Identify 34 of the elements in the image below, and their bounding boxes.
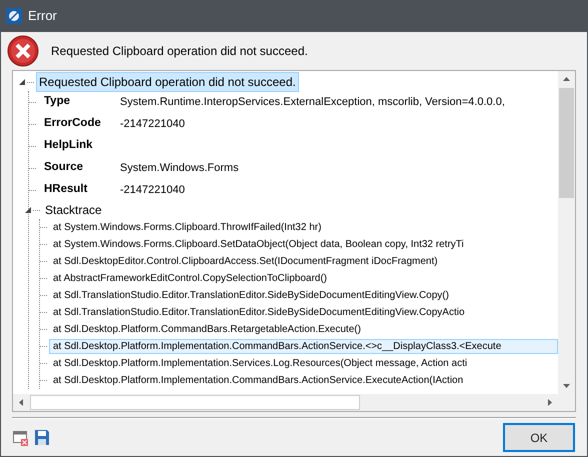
stack-frame[interactable]: at Sdl.Desktop.Platform.Implementation.CommandBars.ActionService.ExecuteAction(IAction (49, 373, 558, 388)
stack-frame[interactable]: at Sdl.Desktop.Platform.Implementation.CommandBars.ActionService.<>c__DisplayClass3.<Execute (49, 339, 558, 354)
window-close-icon[interactable] (13, 430, 29, 446)
property-value: -2147221040 (120, 116, 185, 132)
property-name: Type (43, 94, 71, 110)
stack-frame[interactable]: at Sdl.Desktop.Platform.CommandBars.RetargetableAction.Execute() (49, 322, 558, 337)
save-icon[interactable] (35, 430, 49, 445)
error-icon (7, 35, 39, 67)
property-value: -2147221040 (120, 182, 185, 198)
stack-frame[interactable]: at Sdl.TranslationStudio.Editor.TranslationEditor.SideBySideDocumentEditingView.CopyActio (49, 305, 558, 320)
collapse-icon[interactable] (23, 205, 33, 215)
property-name: HelpLink (43, 138, 94, 154)
window-title: Error (28, 7, 57, 26)
scrollbar-thumb[interactable] (559, 88, 574, 198)
stack-frame[interactable]: at Sdl.Desktop.Platform.Implementation.Services.Log.Resources(Object message, Action acti (49, 356, 558, 371)
vertical-scrollbar[interactable] (558, 71, 575, 394)
stack-frame[interactable]: at AbstractFrameworkEditControl.CopySelectionToClipboard() (49, 271, 558, 286)
collapse-icon[interactable] (17, 77, 27, 87)
property-name: ErrorCode (43, 116, 102, 132)
property-name: Source (43, 160, 84, 176)
property-value: System.Windows.Forms (120, 160, 239, 176)
stack-frame[interactable]: at Sdl.DesktopEditor.Control.ClipboardAccess.Set(IDocumentFragment iDocFragment) (49, 254, 558, 269)
tree-node[interactable]: Stacktrace (42, 200, 105, 220)
stack-frame[interactable]: at System.Windows.Forms.Clipboard.ThrowIfFailed(Int32 hr) (49, 220, 558, 235)
error-message: Requested Clipboard operation did not succeed. (51, 43, 308, 60)
stack-frame[interactable]: at Sdl.TranslationStudio.Editor.TranslationEditor.SideBySideDocumentEditingView.Copy() (49, 288, 558, 303)
app-icon (6, 8, 22, 24)
tree-node[interactable]: Requested Clipboard operation did not succeed. (36, 72, 299, 92)
ok-button[interactable]: OK (503, 423, 575, 452)
property-value: System.Runtime.InteropServices.ExternalException, mscorlib, Version=4.0.0.0, (120, 94, 505, 110)
scrollbar-thumb[interactable] (30, 395, 360, 410)
property-name: HResult (43, 182, 88, 198)
stack-frame[interactable]: at System.Windows.Forms.Clipboard.SetDataObject(Object data, Boolean copy, Int32 retryTi (49, 237, 558, 252)
horizontal-scrollbar[interactable] (13, 394, 558, 411)
